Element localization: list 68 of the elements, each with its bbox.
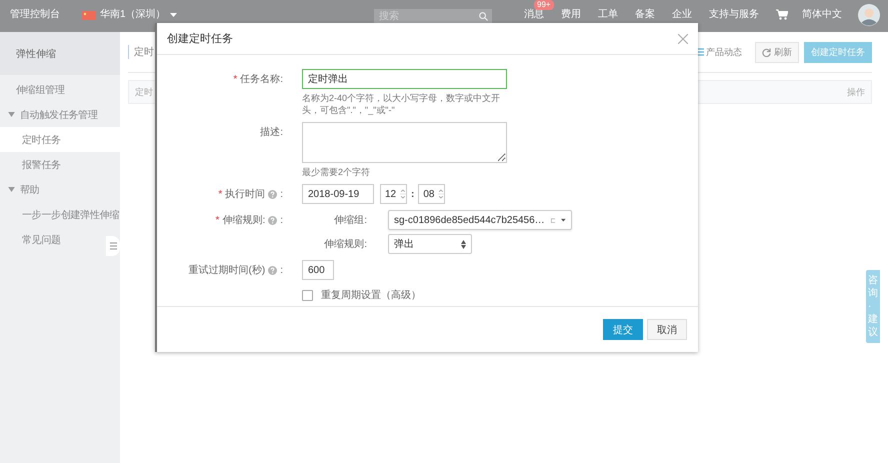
caret-down-icon — [8, 112, 15, 117]
field-label: 任务名称: — [240, 73, 283, 86]
caret-down-icon — [8, 187, 15, 192]
description-field[interactable] — [302, 122, 507, 163]
time-separator: : — [411, 188, 414, 200]
dialog-title: 创建定时任务 — [167, 32, 233, 46]
label-colon: : — [280, 188, 283, 200]
nav-link[interactable]: 备案 — [635, 9, 655, 21]
checkbox-label: 重复周期设置（高级） — [321, 288, 421, 302]
nav-link[interactable]: 费用 — [561, 9, 581, 21]
nav-link[interactable]: 支持与服务 — [709, 9, 759, 21]
list-icon — [695, 48, 704, 56]
copy-icon — [550, 216, 556, 224]
sidebar-item[interactable]: 报警任务 — [0, 152, 120, 177]
field-hint: 最少需要2个字符 — [302, 166, 372, 178]
region-selector[interactable]: 华南1（深圳） — [82, 9, 177, 21]
label-colon: : — [280, 264, 283, 276]
language-selector[interactable]: 简体中文 — [802, 9, 842, 21]
avatar-icon[interactable] — [858, 4, 880, 26]
page-title: 定时 — [128, 45, 154, 59]
sidebar-item[interactable]: 定时任务 — [0, 127, 120, 152]
refresh-button[interactable]: 刷新 — [755, 42, 799, 62]
search-icon — [479, 12, 488, 20]
up-down-icon — [461, 240, 466, 248]
message-count-badge: 99+ — [534, 0, 554, 10]
sidebar-item[interactable]: 一步一步创建弹性伸缩 — [0, 202, 120, 227]
submit-button[interactable]: 提交 — [603, 319, 643, 340]
required-mark: * — [233, 74, 238, 84]
minute-field[interactable]: 08 — [418, 184, 446, 204]
scaling-group-select[interactable]: sg-c01896de85ed544c7b25456… — [388, 210, 572, 230]
required-mark: * — [218, 188, 222, 200]
refresh-icon — [762, 48, 771, 56]
flag-icon — [82, 10, 96, 20]
label-colon: : — [280, 214, 283, 226]
checkbox[interactable] — [302, 290, 313, 300]
task-name-field[interactable]: 定时弹出 — [302, 69, 507, 89]
field-label: 描述: — [260, 126, 283, 139]
sidebar-toggle[interactable] — [106, 236, 120, 256]
sidebar-item[interactable]: 自动触发任务管理 — [0, 102, 120, 127]
column-header: 操作 — [847, 86, 865, 98]
nav-link[interactable]: 消息 — [524, 9, 544, 21]
scaling-rule-select[interactable]: 弹出 — [388, 234, 472, 254]
field-label: 重试过期时间(秒) — [188, 264, 266, 277]
product-news-link[interactable]: 产品动态 — [695, 46, 742, 58]
caret-down-icon — [170, 13, 177, 17]
console-link[interactable]: 管理控制台 — [10, 9, 60, 21]
hour-field[interactable]: 12 — [380, 184, 407, 204]
nav-link[interactable]: 企业 — [672, 9, 692, 21]
close-icon[interactable] — [678, 34, 688, 44]
create-task-button[interactable]: 创建定时任务 — [804, 42, 872, 62]
field-label: 执行时间 — [225, 188, 266, 201]
column-header: 定时 — [135, 86, 153, 98]
required-mark: * — [216, 214, 220, 226]
field-label: 伸缩组: — [334, 214, 367, 227]
field-label: 伸缩规则: — [324, 238, 367, 251]
date-field[interactable]: 2018-09-19 — [302, 184, 374, 204]
sidebar-item[interactable]: 帮助 — [0, 177, 120, 202]
sidebar-title: 弹性伸缩 — [0, 32, 120, 75]
nav-link[interactable]: 工单 — [598, 9, 618, 21]
feedback-tab[interactable]: 咨询·建议 — [866, 270, 880, 343]
menu-icon — [110, 242, 116, 250]
cancel-button[interactable]: 取消 — [647, 319, 687, 340]
sidebar-item[interactable]: 伸缩组管理 — [0, 77, 120, 102]
field-label: 伸缩规则: — [222, 214, 266, 227]
field-hint: 名称为2-40个字符，以大小写字母，数字或中文开头，可包含"."，"_"或"-" — [302, 92, 502, 116]
caret-down-icon — [561, 218, 566, 222]
cart-icon[interactable] — [776, 9, 788, 20]
retry-time-field[interactable]: 600 — [302, 260, 334, 280]
